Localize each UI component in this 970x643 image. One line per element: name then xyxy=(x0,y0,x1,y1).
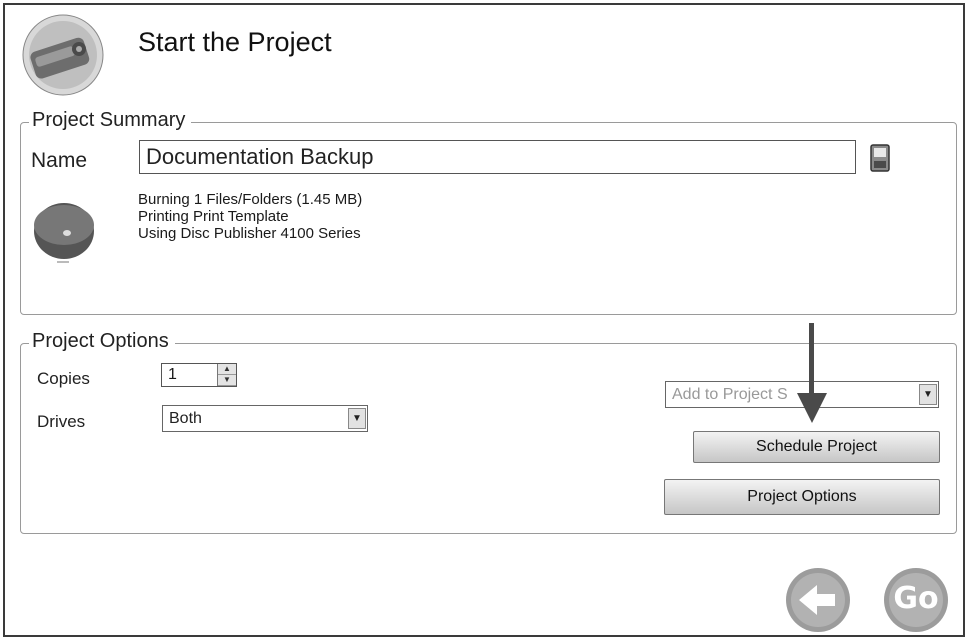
drives-label: Drives xyxy=(37,412,86,431)
summary-line-printing: Printing Print Template xyxy=(138,208,289,225)
project-summary-group: Project Summary Name Burning 1 Files/Fol… xyxy=(20,109,957,315)
project-summary-legend: Project Summary xyxy=(29,109,192,132)
window: Start the Project Project Summary Name B… xyxy=(3,3,965,637)
name-label: Name xyxy=(31,149,88,172)
copies-label: Copies xyxy=(37,369,90,388)
save-icon[interactable] xyxy=(869,143,891,173)
schedule-project-button[interactable]: Schedule Project xyxy=(693,431,940,463)
drives-select-value: Both xyxy=(169,410,202,427)
chevron-down-icon[interactable]: ▼ xyxy=(919,384,937,405)
chevron-down-icon[interactable]: ▼ xyxy=(348,408,366,429)
annotation-arrow-icon xyxy=(797,323,827,423)
disc-icon xyxy=(34,203,94,263)
disc-publisher-icon xyxy=(22,14,104,96)
summary-info: Burning 1 Files/Folders (1.45 MB) Printi… xyxy=(138,191,362,242)
copies-stepper-buttons: ▲ ▼ xyxy=(217,364,236,386)
drives-select[interactable]: Both ▼ xyxy=(162,405,368,432)
copies-value: 1 xyxy=(168,366,177,383)
add-to-project-select-value: Add to Project S xyxy=(672,386,788,403)
copies-increment-button[interactable]: ▲ xyxy=(218,364,236,375)
copies-decrement-button[interactable]: ▼ xyxy=(218,375,236,386)
go-label: Go xyxy=(893,581,939,616)
go-button[interactable]: Go xyxy=(883,567,949,633)
project-options-button[interactable]: Project Options xyxy=(664,479,940,515)
copies-stepper[interactable]: 1 ▲ ▼ xyxy=(161,363,237,387)
back-button[interactable] xyxy=(785,567,851,633)
summary-line-using: Using Disc Publisher 4100 Series xyxy=(138,225,361,242)
project-options-legend: Project Options xyxy=(29,330,175,353)
project-name-input[interactable] xyxy=(139,140,856,174)
page-title: Start the Project xyxy=(138,27,332,57)
summary-line-burning: Burning 1 Files/Folders (1.45 MB) xyxy=(138,191,363,208)
